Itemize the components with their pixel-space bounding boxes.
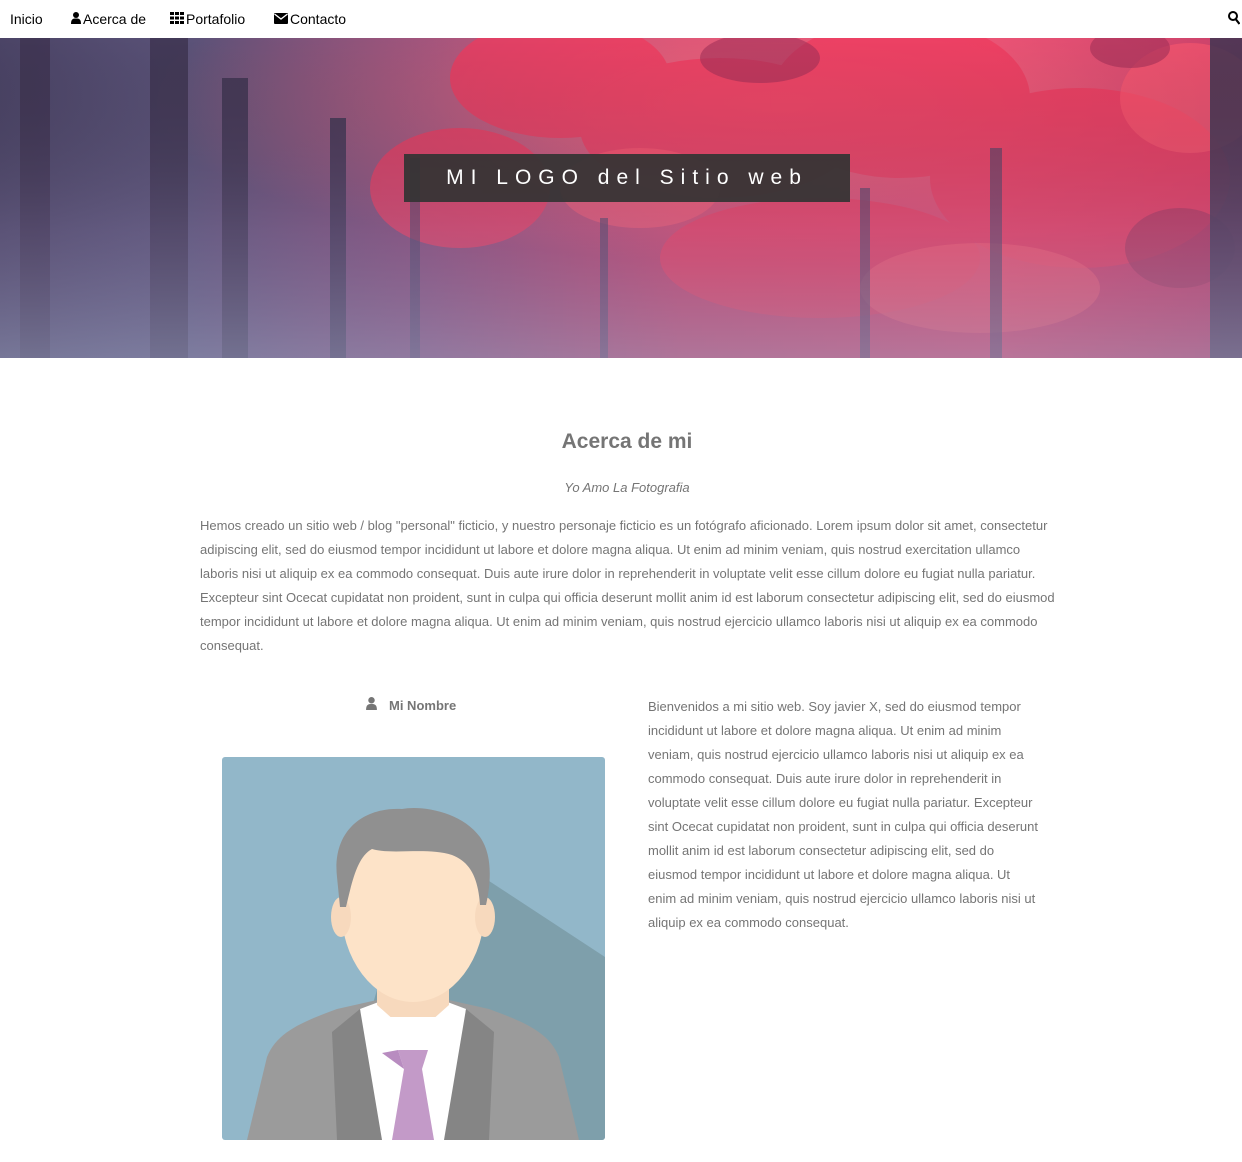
top-navbar: Inicio Acerca de Portafolio Contacto <box>0 0 1242 38</box>
nav-item-contacto[interactable]: Contacto <box>274 11 346 27</box>
profile-name: Mi Nombre <box>366 697 456 713</box>
nav-item-inicio[interactable]: Inicio <box>10 11 43 27</box>
search-icon[interactable] <box>1228 11 1241 30</box>
hero-banner: MI LOGO del Sitio web <box>0 38 1242 358</box>
profile-name-label: Mi Nombre <box>389 697 457 713</box>
site-logo[interactable]: MI LOGO del Sitio web <box>404 154 850 202</box>
user-icon <box>366 697 377 713</box>
user-icon <box>71 11 81 27</box>
nav-item-label: Inicio <box>10 11 43 27</box>
avatar <box>222 757 605 1140</box>
nav-item-label: Contacto <box>290 11 347 27</box>
nav-item-portafolio[interactable]: Portafolio <box>170 11 245 27</box>
envelope-icon <box>274 11 288 27</box>
nav-item-label: Portafolio <box>186 11 246 27</box>
nav-item-acerca-de[interactable]: Acerca de <box>71 11 146 27</box>
bio-paragraph: Bienvenidos a mi sitio web. Soy javier X… <box>648 699 1039 930</box>
section-subtitle: Yo Amo La Fotografia <box>564 480 690 495</box>
section-title: Acerca de mi <box>561 430 693 453</box>
grid-icon <box>170 11 184 27</box>
intro-paragraph: Hemos creado un sitio web / blog "person… <box>200 518 1055 653</box>
nav-item-label: Acerca de <box>83 11 147 27</box>
